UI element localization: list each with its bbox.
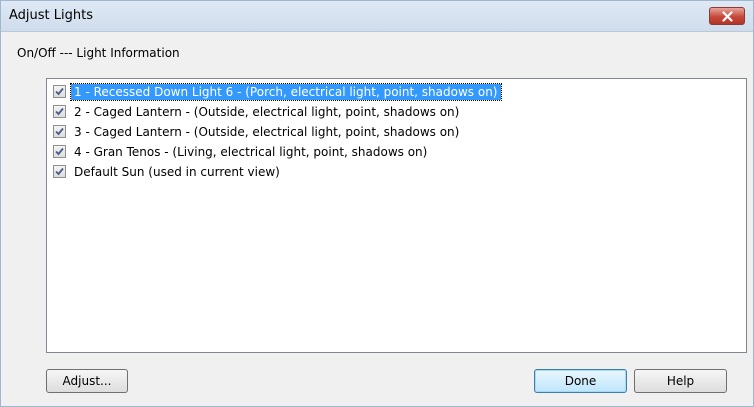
adjust-lights-dialog: Adjust Lights On/Off --- Light Informati… <box>0 0 754 407</box>
title-bar[interactable]: Adjust Lights <box>1 1 753 32</box>
light-2-checkbox[interactable] <box>53 105 66 118</box>
light-1-checkbox[interactable] <box>53 85 66 98</box>
list-header-label: On/Off --- Light Information <box>17 46 180 60</box>
light-row-5[interactable]: Default Sun (used in current view) <box>53 162 283 181</box>
help-button[interactable]: Help <box>634 369 727 393</box>
window-title: Adjust Lights <box>9 8 93 23</box>
light-row-1[interactable]: 1 - Recessed Down Light 6 - (Porch, elec… <box>53 82 502 101</box>
light-row-3[interactable]: 3 - Caged Lantern - (Outside, electrical… <box>53 122 462 141</box>
done-button[interactable]: Done <box>534 369 627 393</box>
light-row-4[interactable]: 4 - Gran Tenos - (Living, electrical lig… <box>53 142 430 161</box>
light-5-checkbox[interactable] <box>53 165 66 178</box>
lights-list[interactable]: 1 - Recessed Down Light 6 - (Porch, elec… <box>46 78 747 353</box>
checkmark-icon <box>55 127 64 136</box>
close-button[interactable] <box>709 7 745 25</box>
light-row-2[interactable]: 2 - Caged Lantern - (Outside, electrical… <box>53 102 462 121</box>
checkmark-icon <box>55 167 64 176</box>
light-5-label[interactable]: Default Sun (used in current view) <box>71 164 283 180</box>
light-3-checkbox[interactable] <box>53 125 66 138</box>
checkmark-icon <box>55 107 64 116</box>
close-icon <box>722 11 733 22</box>
light-3-label[interactable]: 3 - Caged Lantern - (Outside, electrical… <box>71 124 462 140</box>
checkmark-icon <box>55 87 64 96</box>
checkmark-icon <box>55 147 64 156</box>
adjust-button[interactable]: Adjust... <box>46 369 128 393</box>
light-1-label[interactable]: 1 - Recessed Down Light 6 - (Porch, elec… <box>70 82 502 101</box>
light-4-label[interactable]: 4 - Gran Tenos - (Living, electrical lig… <box>71 144 430 160</box>
light-4-checkbox[interactable] <box>53 145 66 158</box>
light-2-label[interactable]: 2 - Caged Lantern - (Outside, electrical… <box>71 104 462 120</box>
